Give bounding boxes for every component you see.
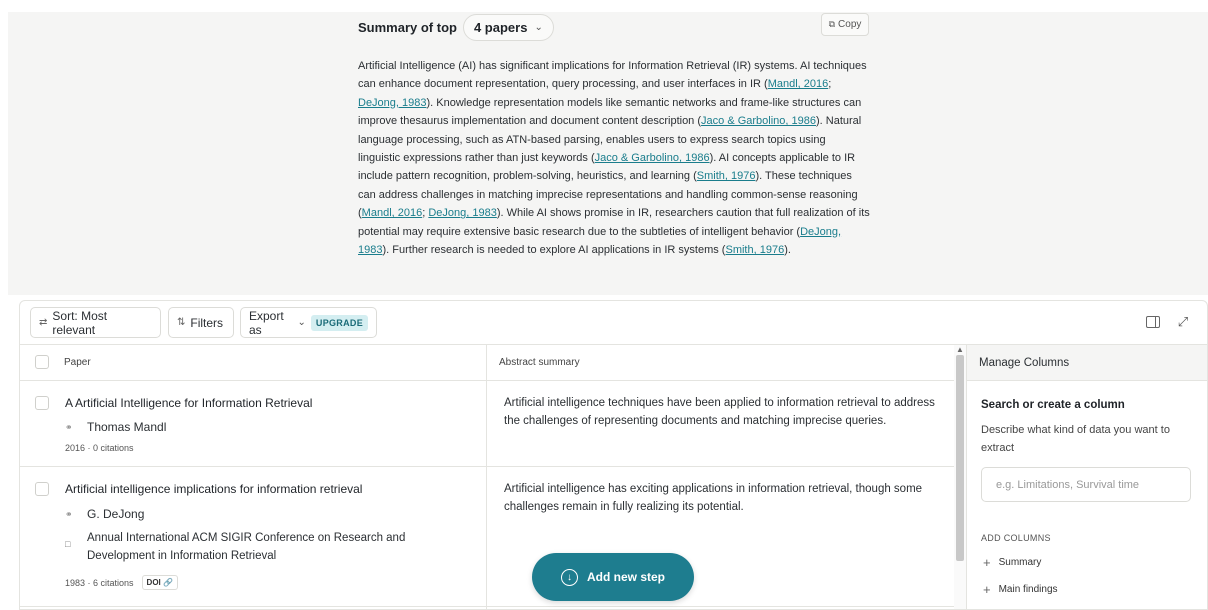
year-citations: 2016 · 0 citations [65,443,134,453]
arrow-down-circle-icon: ↓ [560,568,578,586]
citation-link[interactable]: DeJong, 1983 [428,207,497,219]
column-header-abstract-label: Abstract summary [499,357,580,368]
column-header-abstract[interactable]: Abstract summary [486,345,954,381]
column-search-description: Describe what kind of data you want to e… [981,424,1170,454]
add-columns-heading: ADD COLUMNS [981,533,1051,543]
abstract-summary: Artificial intelligence techniques have … [504,397,935,427]
select-all-checkbox[interactable] [35,355,49,369]
sort-icon: ⇄ [39,317,48,328]
doi-link[interactable]: DOI 🔗 [141,575,178,590]
add-column-label: Main findings [998,584,1058,595]
paper-meta: 2016 · 0 citations [65,443,134,453]
table-row[interactable]: Artificial intelligence implications for… [20,467,954,607]
copy-icon: ⧉ [828,19,836,29]
citation-link[interactable]: Jaco & Garbolino, 1986 [701,115,816,127]
author-line: ⚭ Thomas Mandl [65,420,166,434]
papers-count-dropdown[interactable]: 4 papers ⌄ [462,13,554,41]
add-new-step-label: Add new step [586,570,665,584]
citation-link[interactable]: Smith, 1976 [697,170,756,182]
column-header-paper-label: Paper [64,357,91,368]
filters-button[interactable]: ⇅ Filters [168,307,234,338]
column-search-title: Search or create a column [981,399,1125,411]
table-scrollbar[interactable]: ▲ [954,345,966,609]
scroll-up-icon[interactable]: ▲ [956,345,964,354]
sort-label: Sort: Most relevant [52,308,108,337]
export-button[interactable]: Export as ⌄ UPGRADE [240,307,377,338]
summary-panel: Summary of top 4 papers ⌄ ⧉ Copy Artific… [8,12,1208,295]
paper-meta: 1983 · 6 citations DOI 🔗 [65,575,178,590]
table-toolbar: ⇄ Sort: Most relevant ⇅ Filters Export a… [20,301,1207,345]
citation-link[interactable]: Jaco & Garbolino, 1986 [595,152,710,164]
column-header-paper[interactable]: Paper [20,345,486,381]
row-checkbox[interactable] [35,482,49,496]
citation-link[interactable]: Smith, 1976 [725,244,784,256]
add-column-main-findings[interactable]: + Main findings [983,582,1058,597]
author-name: Thomas Mandl [87,420,167,434]
authors-icon: ⚭ [65,422,73,432]
chevron-down-icon: ⌄ [534,21,543,33]
summary-text-segment: ). Further research is needed to explore… [382,244,726,257]
table-row[interactable]: A Artificial Intelligence for Informatio… [20,381,954,467]
year-citations: 1983 · 6 citations [65,577,134,588]
add-column-summary[interactable]: + Summary [983,555,1041,570]
copy-button[interactable]: ⧉ Copy [821,13,869,36]
add-new-step-button[interactable]: ↓ Add new step [532,553,694,601]
copy-label: Copy [838,19,862,30]
authors-icon: ⚭ [65,509,73,519]
plus-icon: + [983,555,991,570]
sort-button[interactable]: ⇄ Sort: Most relevant [30,307,161,338]
author-name: G. DeJong [87,507,145,521]
citation-link[interactable]: Mandl, 2016 [768,78,829,90]
venue-line: □ Annual International ACM SIGIR Confere… [65,529,475,565]
journal-icon: □ [65,539,71,549]
papers-count-label: 4 papers [473,19,528,35]
manage-columns-panel: Manage Columns Search or create a column… [966,345,1207,609]
citation-link[interactable]: Mandl, 2016 [362,207,423,219]
doi-label: DOI [146,578,161,587]
citation-link[interactable]: DeJong, 1983 [358,97,427,109]
chevron-down-icon: ⌄ [297,317,306,328]
paper-title[interactable]: Artificial intelligence implications for… [65,482,362,496]
summary-text: Artificial Intelligence (AI) has signifi… [358,57,870,259]
plus-icon: + [983,582,991,597]
summary-title: Summary of top [358,19,457,35]
summary-text-segment: ). [784,244,791,257]
venue-name: Annual International ACM SIGIR Conferenc… [87,532,406,562]
add-column-label: Summary [998,557,1042,568]
manage-columns-header: Manage Columns [967,345,1207,381]
filter-icon: ⇅ [177,317,186,328]
export-label: Export as [249,308,284,337]
abstract-summary: Artificial intelligence has exciting app… [504,483,923,513]
upgrade-badge[interactable]: UPGRADE [310,314,368,331]
side-panel-icon[interactable] [1145,315,1161,329]
scroll-thumb[interactable] [956,355,964,561]
filters-label: Filters [190,315,224,330]
expand-icon[interactable]: ⤢ [1175,314,1191,329]
paper-title[interactable]: A Artificial Intelligence for Informatio… [65,396,312,410]
summary-text-segment: ; [828,78,832,91]
column-search-input[interactable] [981,467,1191,502]
author-line: ⚭ G. DeJong [65,507,144,521]
row-checkbox[interactable] [35,396,49,410]
summary-header: Summary of top 4 papers ⌄ [358,13,554,41]
